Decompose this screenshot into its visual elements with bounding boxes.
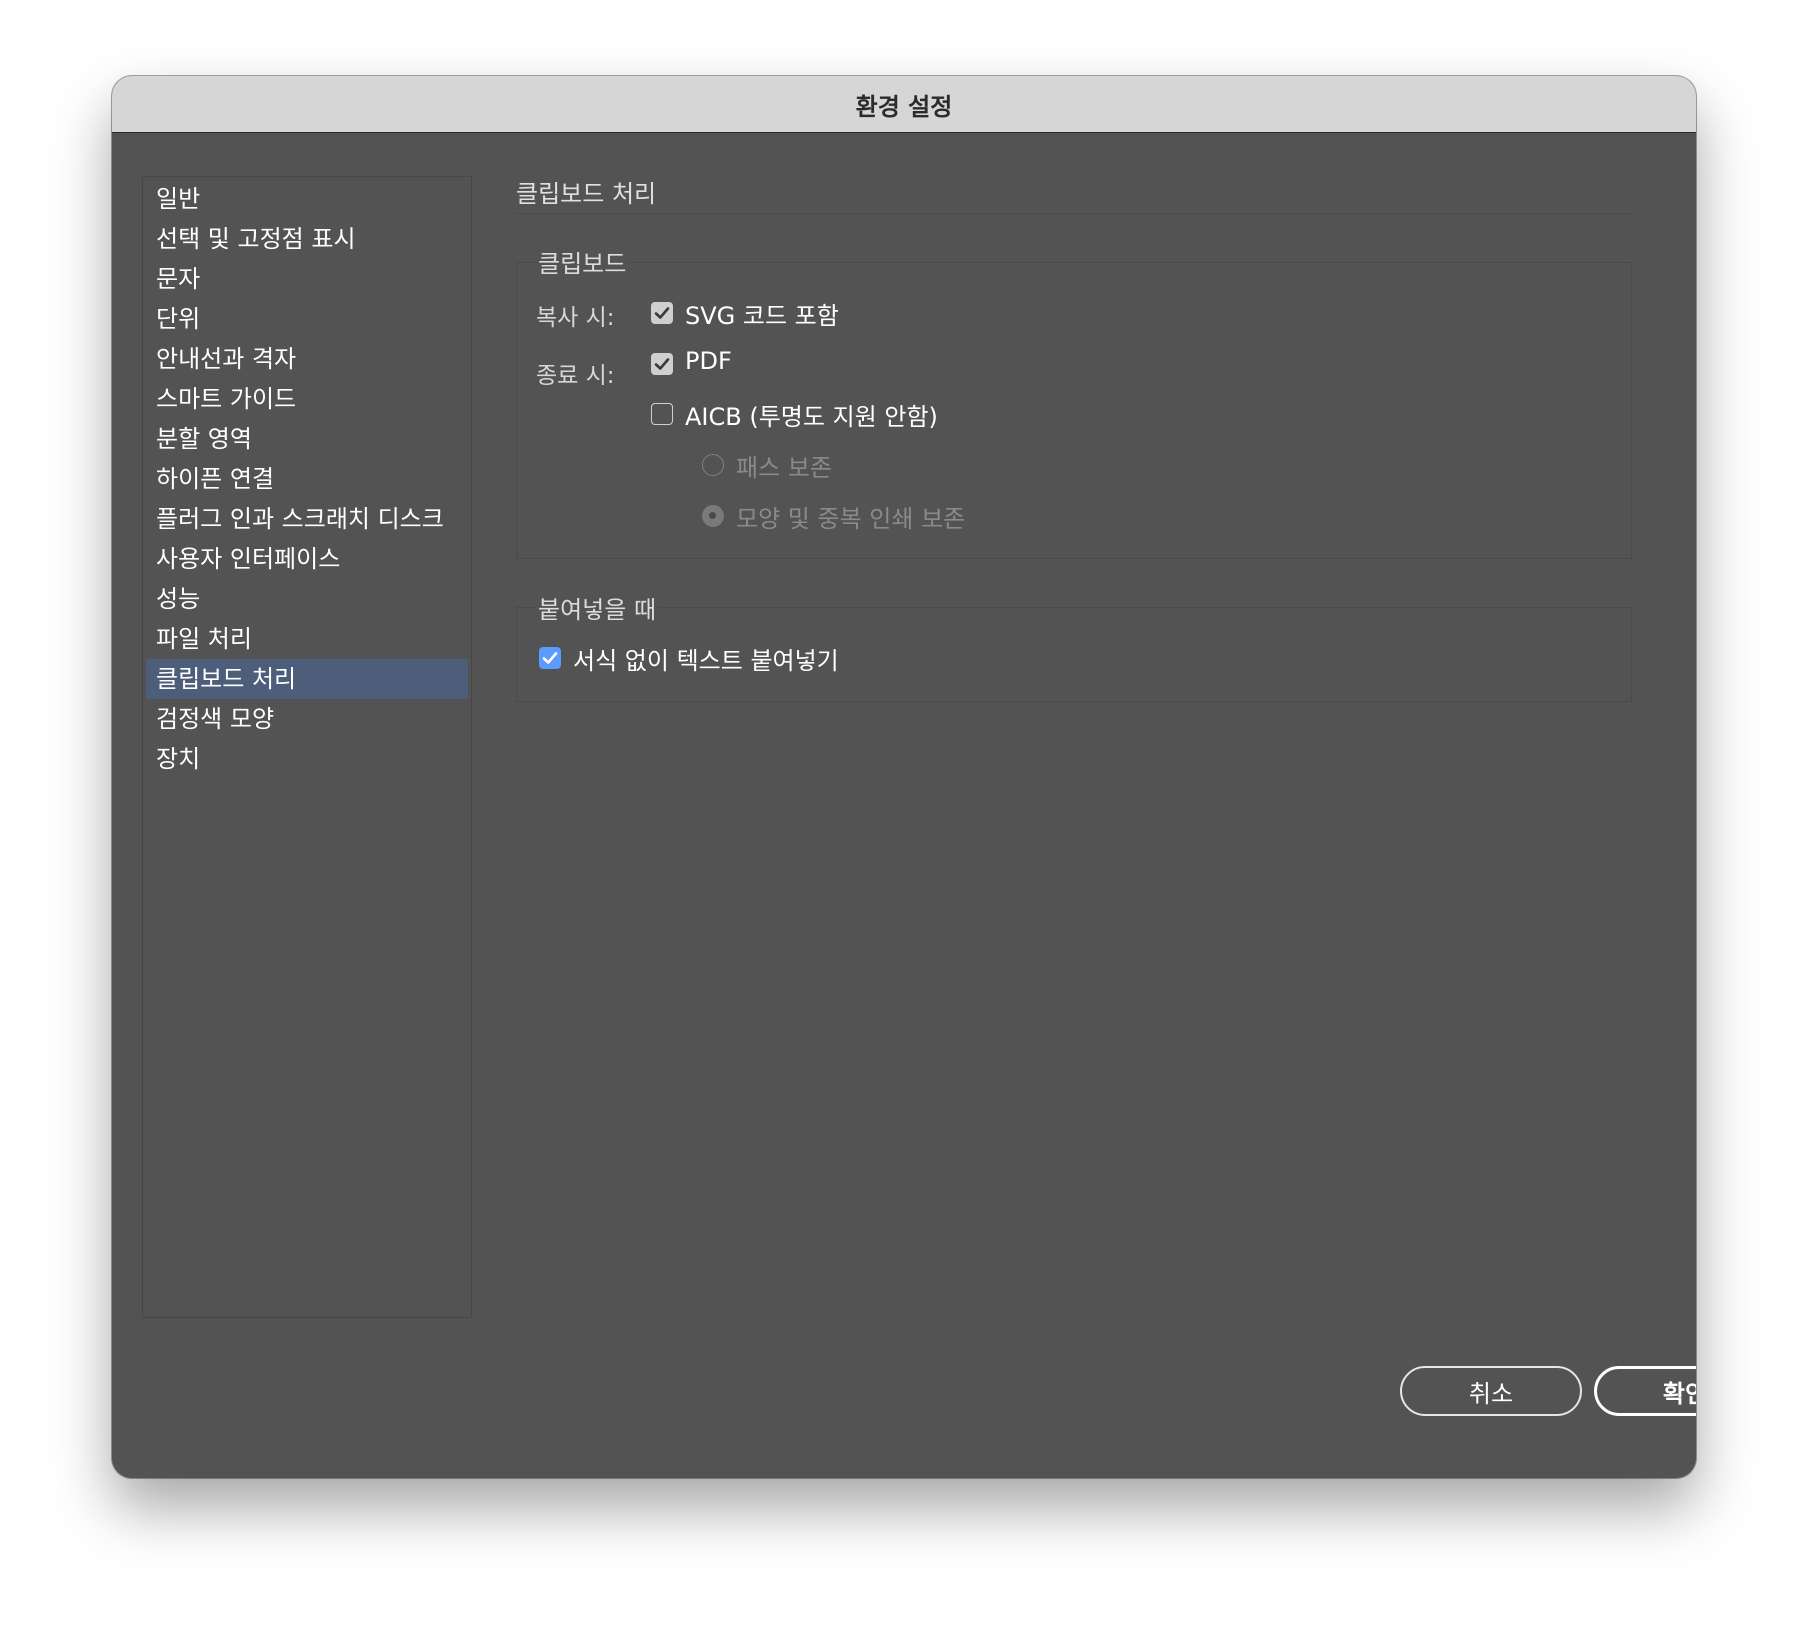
preserve-paths-label[interactable]: 패스 보존 — [736, 448, 832, 483]
svg-code-label[interactable]: SVG 코드 포함 — [685, 296, 839, 331]
sidebar-item-black-appearance[interactable]: 검정색 모양 — [146, 699, 468, 739]
checkmark-icon — [654, 358, 670, 370]
checkmark-icon — [654, 307, 670, 319]
paste-without-formatting-label[interactable]: 서식 없이 텍스트 붙여넣기 — [573, 641, 839, 676]
ok-button-label: 확인 — [1662, 1379, 1696, 1408]
aicb-checkbox[interactable] — [651, 403, 673, 425]
sidebar-item-smart-guides[interactable]: 스마트 가이드 — [146, 379, 468, 419]
clipboard-group-box — [516, 262, 1632, 559]
preserve-paths-radio[interactable] — [702, 454, 724, 476]
sidebar-item-selection-anchor-display[interactable]: 선택 및 고정점 표시 — [146, 219, 468, 259]
sidebar-item-file-handling[interactable]: 파일 처리 — [146, 619, 468, 659]
cancel-button-label: 취소 — [1468, 1379, 1514, 1408]
sidebar-item-units[interactable]: 단위 — [146, 299, 468, 339]
checkmark-icon — [542, 652, 558, 664]
title-bar: 환경 설정 — [112, 76, 1696, 133]
panel-title: 클립보드 처리 — [516, 180, 657, 208]
window-title: 환경 설정 — [855, 92, 953, 121]
sidebar-item-type[interactable]: 문자 — [146, 259, 468, 299]
sidebar-item-user-interface[interactable]: 사용자 인터페이스 — [146, 539, 468, 579]
sidebar-item-slices[interactable]: 분할 영역 — [146, 419, 468, 459]
sidebar-item-plugins-scratch-disks[interactable]: 플러그 인과 스크래치 디스크 — [146, 499, 468, 539]
clipboard-group-label: 클립보드 — [536, 244, 629, 279]
sidebar-item-hyphenation[interactable]: 하이픈 연결 — [146, 459, 468, 499]
on-copy-label: 복사 시: — [536, 305, 615, 331]
paste-without-formatting-checkbox[interactable] — [539, 647, 561, 669]
sidebar-item-general[interactable]: 일반 — [146, 179, 468, 219]
sidebar-item-performance[interactable]: 성능 — [146, 579, 468, 619]
ok-button[interactable]: 확인 — [1594, 1366, 1696, 1416]
aicb-label[interactable]: AICB (투명도 지원 안함) — [685, 397, 938, 432]
preserve-appearance-radio[interactable] — [702, 505, 724, 527]
preserve-appearance-label[interactable]: 모양 및 중복 인쇄 보존 — [736, 499, 965, 534]
preferences-dialog: 환경 설정 일반 선택 및 고정점 표시 문자 단위 안내선과 격자 스마트 가… — [112, 76, 1696, 1478]
svg-code-checkbox[interactable] — [651, 302, 673, 324]
cancel-button[interactable]: 취소 — [1400, 1366, 1582, 1416]
category-list: 일반 선택 및 고정점 표시 문자 단위 안내선과 격자 스마트 가이드 분할 … — [142, 176, 472, 1318]
sidebar-item-guides-grid[interactable]: 안내선과 격자 — [146, 339, 468, 379]
panel-title-divider — [516, 213, 1632, 214]
sidebar-item-clipboard-handling[interactable]: 클립보드 처리 — [146, 659, 468, 699]
on-quit-label: 종료 시: — [536, 363, 615, 389]
pdf-label[interactable]: PDF — [685, 347, 732, 375]
pdf-checkbox[interactable] — [651, 353, 673, 375]
sidebar-item-devices[interactable]: 장치 — [146, 739, 468, 779]
paste-group-label: 붙여넣을 때 — [536, 590, 659, 625]
